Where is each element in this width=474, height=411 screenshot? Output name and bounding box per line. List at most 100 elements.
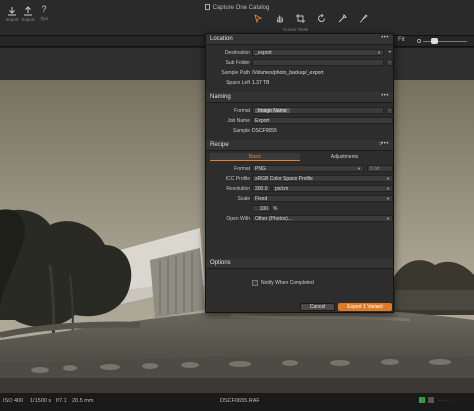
export-dialog: Location ••• Destination _export ▼ ➜ Sub… xyxy=(205,33,394,313)
naming-sample-label: Sample xyxy=(233,128,250,134)
aperture-readout: f/7.1 xyxy=(56,398,67,404)
select-cursor-tool[interactable] xyxy=(251,13,265,23)
open-with-value: Other (Photos)... xyxy=(255,216,292,222)
options-section: Options Notify When Completed xyxy=(206,258,393,293)
destination-label: Destination xyxy=(224,50,250,56)
file-format-select[interactable]: PNG ▼ xyxy=(252,165,364,172)
notify-checkbox[interactable] xyxy=(252,280,258,286)
destination-row: Destination _export ▼ ➜ xyxy=(206,49,393,57)
destination-value: _export xyxy=(255,50,272,56)
job-name-field[interactable]: Export xyxy=(252,117,393,124)
icc-profile-select[interactable]: sRGB Color Space Profile ▼ xyxy=(252,175,393,182)
scale-row: Scale Fixed ▼ xyxy=(206,195,393,203)
sample-path-value: /Volumes/photo_backup/_export xyxy=(252,70,324,76)
chevron-down-icon: ▼ xyxy=(386,196,390,201)
options-header[interactable]: Options xyxy=(206,258,393,269)
cursor-tools-group xyxy=(251,13,370,23)
zoom-slider[interactable] xyxy=(417,38,471,44)
focal-length-readout: 20.5 mm xyxy=(72,398,94,404)
resolution-value: 200.0 xyxy=(255,186,268,192)
resolution-unit-select[interactable]: px/cm ▼ xyxy=(272,185,393,192)
bit-depth-select[interactable]: 8 bit xyxy=(367,165,393,172)
tab-adjustments[interactable]: Adjustments xyxy=(300,153,389,161)
zoom-fit-button[interactable]: Fit xyxy=(398,37,405,43)
naming-header[interactable]: Naming ••• xyxy=(206,92,393,103)
scale-percent-unit: % xyxy=(273,206,278,212)
resolution-input[interactable]: 200.0 xyxy=(252,185,271,192)
cursor-tools-label: Cursor Tools xyxy=(283,27,309,32)
naming-sample-value: DSCF0655 xyxy=(252,128,277,134)
recipe-tabs: Basic Adjustments xyxy=(210,153,389,161)
select-cursor-icon xyxy=(253,13,262,23)
naming-title: Naming xyxy=(210,94,231,100)
icc-profile-label: ICC Profile xyxy=(225,176,250,182)
naming-format-row: Format Image Name ··· xyxy=(206,107,393,115)
main-toolbar: Capture One Catalog Import Export ? Tips xyxy=(0,0,474,36)
recipe-title: Recipe xyxy=(210,142,229,148)
job-name-label: Job Name xyxy=(227,118,250,124)
scale-percent-input[interactable]: 100 xyxy=(252,205,271,212)
rotate-tool[interactable] xyxy=(314,13,328,23)
chevron-down-icon: ▼ xyxy=(386,216,390,221)
space-left-label: Space Left xyxy=(226,80,250,86)
zoom-slider-track xyxy=(423,41,467,42)
naming-format-field[interactable]: Image Name xyxy=(252,107,384,114)
color-tag-none[interactable] xyxy=(428,397,434,403)
picker-tool[interactable] xyxy=(335,13,349,23)
resolution-label: Resolution xyxy=(226,186,250,192)
help-icon: ? xyxy=(41,4,47,14)
shutter-readout: 1/1500 s xyxy=(30,398,52,404)
scale-label: Scale xyxy=(237,196,250,202)
destination-select[interactable]: _export ▼ xyxy=(252,49,384,56)
icc-profile-value: sRGB Color Space Profile xyxy=(255,176,313,182)
recipe-format-row: Format PNG ▼ 8 bit xyxy=(206,165,393,173)
catalog-document-icon xyxy=(204,4,210,10)
filename-readout: DSCF0655.RAF xyxy=(220,398,260,404)
space-left-value: 1.37 TB xyxy=(252,80,270,86)
tab-basic[interactable]: Basic xyxy=(210,153,300,161)
recipe-header[interactable]: Recipe ? ••• xyxy=(206,140,393,151)
scale-select[interactable]: Fixed ▼ xyxy=(252,195,393,202)
image-name-token[interactable]: Image Name xyxy=(255,108,290,113)
recipe-section: Recipe ? ••• Basic Adjustments Format PN… xyxy=(206,140,393,260)
cancel-button[interactable]: Cancel xyxy=(300,303,335,311)
chevron-down-icon: ▼ xyxy=(357,166,361,171)
scale-percent-value: 100 xyxy=(259,206,268,212)
recipe-format-label: Format xyxy=(234,166,250,172)
chevron-down-icon: ▼ xyxy=(386,186,390,191)
job-name-row: Job Name Export xyxy=(206,117,393,125)
brush-icon xyxy=(359,13,368,22)
chevron-down-icon: ▼ xyxy=(386,176,390,181)
crop-icon xyxy=(295,13,305,23)
zoom-slider-knob[interactable] xyxy=(431,38,438,44)
recipe-menu-icon[interactable]: ••• xyxy=(381,141,389,147)
naming-token-button[interactable]: ··· xyxy=(386,107,393,114)
crop-tool[interactable] xyxy=(293,13,307,23)
export-variant-button[interactable]: Export 1 Variant xyxy=(338,303,392,311)
options-title: Options xyxy=(210,260,231,266)
resolution-row: Resolution 200.0 px/cm ▼ xyxy=(206,185,393,193)
window-title: Capture One Catalog xyxy=(0,4,474,11)
rotate-icon xyxy=(317,13,325,22)
subfolder-token-button[interactable]: ··· xyxy=(386,59,393,66)
scale-value: Fixed xyxy=(255,196,268,202)
subfolder-row: Sub Folder ··· xyxy=(206,59,393,67)
pan-tool[interactable] xyxy=(272,13,286,23)
color-tag-green[interactable] xyxy=(419,397,425,403)
resolution-unit-value: px/cm xyxy=(275,186,289,192)
location-header[interactable]: Location ••• xyxy=(206,34,393,45)
naming-menu-icon[interactable]: ••• xyxy=(381,93,389,99)
notify-label[interactable]: Notify When Completed xyxy=(261,280,314,286)
location-menu-icon[interactable]: ••• xyxy=(381,35,389,41)
open-with-row: Open With Other (Photos)... ▼ xyxy=(206,215,393,223)
tips-button[interactable]: ? Tips xyxy=(34,3,54,21)
export-icon xyxy=(24,6,32,16)
file-format-value: PNG xyxy=(255,166,266,172)
star-rating[interactable]: ····· xyxy=(438,398,452,404)
subfolder-field[interactable] xyxy=(252,59,384,66)
arrow-right-icon[interactable]: ➜ xyxy=(386,49,393,56)
brush-tool[interactable] xyxy=(356,13,370,23)
notify-row: Notify When Completed xyxy=(206,280,393,288)
status-bar: ISO 400 1/1500 s f/7.1 20.5 mm DSCF0655.… xyxy=(0,393,474,411)
open-with-select[interactable]: Other (Photos)... ▼ xyxy=(252,215,393,222)
